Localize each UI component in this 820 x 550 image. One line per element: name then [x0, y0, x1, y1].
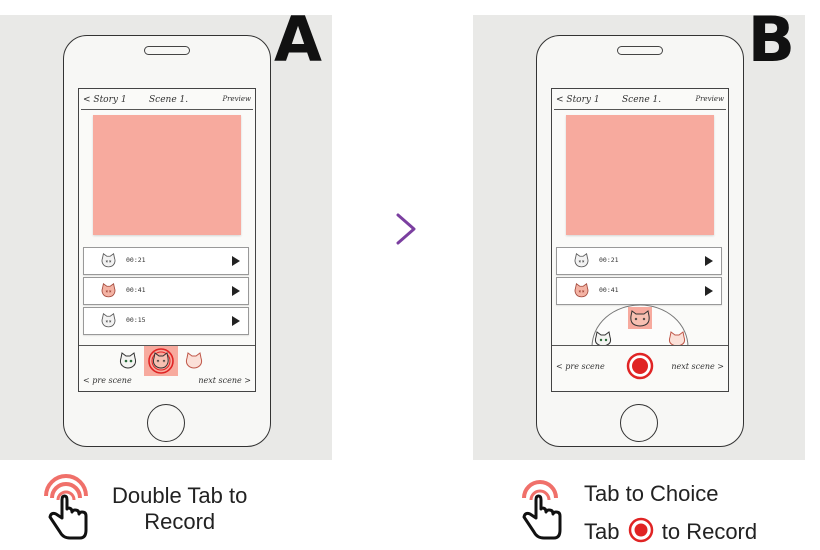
clip-duration: 00:21 [599, 256, 619, 264]
caption-a-line: Record [144, 509, 216, 534]
back-to-story-link[interactable]: < Story 1 [556, 95, 600, 105]
record-bar: < pre scene next scene > [552, 345, 728, 391]
clip-row[interactable]: 00:41 [83, 277, 249, 305]
panel-a-photo: A < Story 1 Scene 1. Preview 00:21 00:41… [0, 15, 332, 460]
home-button [620, 404, 658, 442]
record-button-icon [628, 517, 653, 543]
caption-a-line: Double Tab to [112, 483, 248, 508]
cat-face-icon [101, 252, 116, 268]
speaker-slot [617, 46, 663, 55]
cat-choice-strip[interactable] [117, 346, 217, 376]
phone-screen-b: < Story 1 Scene 1. Preview 00:21 00:41 <… [551, 88, 729, 392]
preview-link[interactable]: Preview [222, 95, 251, 103]
scene-preview-note [566, 115, 714, 235]
clip-row[interactable]: 00:41 [556, 277, 722, 305]
next-scene-link[interactable]: next scene > [671, 362, 724, 371]
header-divider [81, 109, 253, 110]
back-to-story-link[interactable]: < Story 1 [83, 95, 127, 105]
play-icon[interactable] [705, 286, 713, 296]
clip-row[interactable]: 00:21 [556, 247, 722, 275]
cat-face-icon [574, 252, 589, 268]
clip-duration: 00:21 [126, 256, 146, 264]
phone-screen-a: < Story 1 Scene 1. Preview 00:21 00:41 0… [78, 88, 256, 392]
clip-duration: 00:15 [126, 316, 146, 324]
scene-title: Scene 1. [622, 95, 662, 105]
clip-duration: 00:41 [599, 286, 619, 294]
play-icon[interactable] [232, 286, 240, 296]
cat-face-icon [101, 312, 116, 328]
scene-title: Scene 1. [149, 95, 189, 105]
play-icon[interactable] [705, 256, 713, 266]
double-tap-gesture-icon [44, 474, 88, 540]
cat-face-icon [574, 282, 589, 298]
home-button [147, 404, 185, 442]
header-divider [554, 109, 726, 110]
caption-b-to-record: to Record [661, 519, 758, 544]
speaker-slot [144, 46, 190, 55]
phone-sketch-a: < Story 1 Scene 1. Preview 00:21 00:41 0… [63, 35, 271, 447]
play-icon[interactable] [232, 256, 240, 266]
prev-scene-link[interactable]: < pre scene [83, 376, 132, 385]
caption-a: Double Tab to Record [112, 483, 247, 535]
chevron-right-icon [396, 213, 416, 245]
next-scene-link[interactable]: next scene > [198, 376, 251, 385]
panel-b-photo: B < Story 1 Scene 1. Preview 00:21 00:41… [473, 15, 805, 460]
tap-gesture-icon [522, 480, 562, 540]
phone-sketch-b: < Story 1 Scene 1. Preview 00:21 00:41 <… [536, 35, 744, 447]
scene-preview-note [93, 115, 241, 235]
caption-b-tab-word: Tab [584, 519, 620, 544]
cat-choice-dial[interactable] [590, 303, 690, 347]
cat-face-icon [101, 282, 116, 298]
panel-letter-a: A [274, 15, 322, 76]
caption-b-line2: Tab to Record [584, 517, 757, 545]
play-icon[interactable] [232, 316, 240, 326]
clip-row[interactable]: 00:21 [83, 247, 249, 275]
prev-scene-link[interactable]: < pre scene [556, 362, 605, 371]
record-button-icon[interactable] [626, 352, 654, 380]
record-bar: < pre scene next scene > [79, 345, 255, 391]
panel-letter-b: B [747, 15, 795, 76]
preview-link[interactable]: Preview [695, 95, 724, 103]
clip-duration: 00:41 [126, 286, 146, 294]
clip-row[interactable]: 00:15 [83, 307, 249, 335]
caption-b-line1: Tab to Choice [584, 481, 719, 506]
